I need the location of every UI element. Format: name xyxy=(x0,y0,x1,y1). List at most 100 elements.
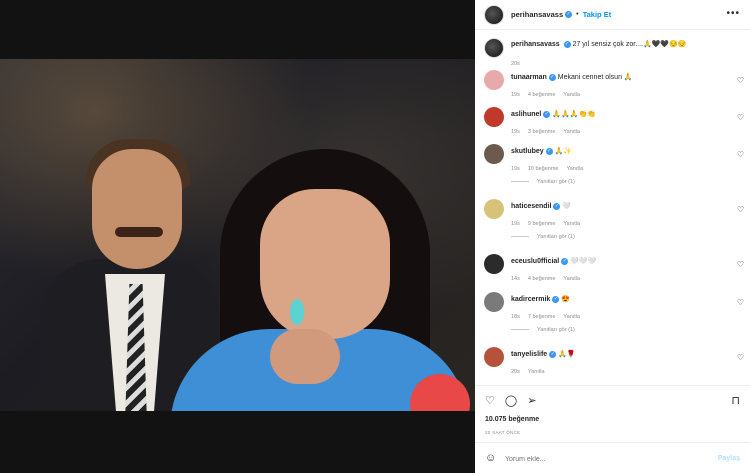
verified-badge-icon: ✓ xyxy=(549,350,557,358)
add-comment-row: ☺ Paylaş xyxy=(475,442,750,473)
commenter-username[interactable]: tanyelislife xyxy=(511,351,547,358)
comment-meta: 19s 4 beğenme Yanıtla xyxy=(511,92,588,98)
heart-icon[interactable]: ♡ xyxy=(485,394,495,407)
follow-button[interactable]: Takip Et xyxy=(583,10,612,19)
commenter-avatar[interactable] xyxy=(484,347,504,367)
photo-earring xyxy=(290,299,304,325)
commenter-username[interactable]: eceuslu0fficial xyxy=(511,258,559,265)
comment-heart-icon[interactable]: ♡ xyxy=(737,298,744,307)
comment-like-count[interactable]: 7 beğenme xyxy=(528,314,556,320)
view-replies-button[interactable]: Yanıtları gör (1) xyxy=(511,234,575,240)
comment-meta: 19s 9 beğenme Yanıtla xyxy=(511,221,588,227)
bookmark-icon[interactable]: ⊓ xyxy=(731,394,740,407)
view-replies-label[interactable]: Yanıtları gör (1) xyxy=(537,327,575,333)
comment-heart-icon[interactable]: ♡ xyxy=(737,205,744,214)
comment-like-count[interactable]: 4 beğenme xyxy=(528,276,556,282)
verified-badge-icon: ✓ xyxy=(545,147,553,155)
photo-backdrop xyxy=(0,0,475,473)
comment-text: 🙏🙏🙏👏👏 xyxy=(552,111,596,118)
reply-button[interactable]: Yanıtla xyxy=(566,166,583,172)
comment-body: tunaarman ✓ Mekani cennet olsun 🙏 xyxy=(511,73,633,81)
commenter-avatar[interactable] xyxy=(484,144,504,164)
reply-button[interactable]: Yanıtla xyxy=(563,92,580,98)
reply-button[interactable]: Yanıtla xyxy=(563,221,580,227)
comment-heart-icon[interactable]: ♡ xyxy=(737,150,744,159)
verified-badge-icon: ✓ xyxy=(565,11,573,18)
comment-body: skutlubey ✓ 🙏✨ xyxy=(511,147,572,155)
verified-badge-icon: ✓ xyxy=(563,40,571,48)
commenter-avatar[interactable] xyxy=(484,254,504,274)
view-replies-button[interactable]: Yanıtları gör (1) xyxy=(511,327,575,333)
comments-feed[interactable]: perihansavass ✓ 27 yıl sensiz çok zor...… xyxy=(475,30,750,385)
author-username[interactable]: perihansavass xyxy=(511,10,563,19)
commenter-avatar[interactable] xyxy=(484,70,504,90)
reply-button[interactable]: Yanıtla xyxy=(563,129,580,135)
verified-badge-icon: ✓ xyxy=(543,110,551,118)
comment-heart-icon[interactable]: ♡ xyxy=(737,260,744,269)
commenter-username[interactable]: haticesendil xyxy=(511,203,551,210)
verified-badge-icon: ✓ xyxy=(548,73,556,81)
caption-username[interactable]: perihansavass xyxy=(511,41,560,48)
comment-text: 🙏✨ xyxy=(554,148,573,155)
post-photo[interactable] xyxy=(0,59,475,411)
comment-body: eceuslu0fficial ✓ 🤍🤍🤍 xyxy=(511,257,596,265)
comment-input[interactable] xyxy=(505,452,705,466)
post-actions: ♡ ◯ ➢ ⊓ 10.075 beğenme 20 SAAT ÖNCE ☺ Pa… xyxy=(475,385,750,473)
commenter-username[interactable]: tunaarman xyxy=(511,74,547,81)
comment-meta: 18s 7 beğenme Yanıtla xyxy=(511,314,588,320)
photo-man-face xyxy=(92,149,182,269)
comment-time: 19s xyxy=(511,129,520,135)
comment-time: 19s xyxy=(511,221,520,227)
comment-time: 20s xyxy=(511,369,520,375)
post-side-panel: perihansavass ✓ • Takip Et ••• perihansa… xyxy=(475,0,750,473)
comment-text: 🤍🤍🤍 xyxy=(570,258,597,265)
comment-like-count[interactable]: 10 beğenme xyxy=(528,166,559,172)
commenter-avatar[interactable] xyxy=(484,199,504,219)
caption-time: 20s xyxy=(511,61,520,67)
replies-line xyxy=(511,181,529,183)
comment-text: 😍 xyxy=(561,296,570,303)
view-replies-label[interactable]: Yanıtları gör (1) xyxy=(537,179,575,185)
reply-button[interactable]: Yanıtla xyxy=(563,314,580,320)
comment-body: aslihunel ✓ 🙏🙏🙏👏👏 xyxy=(511,110,596,118)
commenter-username[interactable]: skutlubey xyxy=(511,148,544,155)
comment-time: 19s xyxy=(511,92,520,98)
photo-woman-face xyxy=(260,189,390,339)
comment-heart-icon[interactable]: ♡ xyxy=(737,76,744,85)
commenter-avatar[interactable] xyxy=(484,107,504,127)
share-icon[interactable]: ➢ xyxy=(527,394,536,407)
caption-body: perihansavass ✓ 27 yıl sensiz çok zor...… xyxy=(511,40,741,48)
view-replies-label[interactable]: Yanıtları gör (1) xyxy=(537,234,575,240)
comment-text: Mekani cennet olsun 🙏 xyxy=(557,74,633,81)
reply-button[interactable]: Yanıtla xyxy=(528,369,545,375)
reply-button[interactable]: Yanıtla xyxy=(563,276,580,282)
comment-heart-icon[interactable]: ♡ xyxy=(737,353,744,362)
replies-line xyxy=(511,329,529,331)
view-replies-button[interactable]: Yanıtları gör (1) xyxy=(511,179,575,185)
post-comment-button[interactable]: Paylaş xyxy=(718,455,740,462)
comment-like-count[interactable]: 3 beğenme xyxy=(528,129,556,135)
comment-body: haticesendil ✓ 🤍 xyxy=(511,202,571,210)
more-options-icon[interactable]: ••• xyxy=(726,8,740,19)
commenter-username[interactable]: aslihunel xyxy=(511,111,541,118)
like-count[interactable]: 10.075 beğenme xyxy=(485,416,539,423)
post-age: 20 SAAT ÖNCE xyxy=(485,430,521,435)
comment-like-count[interactable]: 4 beğenme xyxy=(528,92,556,98)
comment-icon[interactable]: ◯ xyxy=(505,394,517,407)
comment-heart-icon[interactable]: ♡ xyxy=(737,113,744,122)
commenter-avatar[interactable] xyxy=(484,292,504,312)
comment-time: 19s xyxy=(511,166,520,172)
post-header: perihansavass ✓ • Takip Et ••• xyxy=(475,0,750,29)
comment-like-count[interactable]: 9 beğenme xyxy=(528,221,556,227)
author-avatar[interactable] xyxy=(484,4,504,25)
caption-avatar[interactable] xyxy=(484,38,504,58)
comment-body: kadircermik ✓ 😍 xyxy=(511,295,570,303)
comment-time: 18s xyxy=(511,314,520,320)
comment-meta: 19s 10 beğenme Yanıtla xyxy=(511,166,591,172)
commenter-username[interactable]: kadircermik xyxy=(511,296,550,303)
caption-text: 27 yıl sensiz çok zor....🙏🖤🖤😔😔 xyxy=(572,41,687,48)
replies-line xyxy=(511,236,529,238)
action-icons: ♡ ◯ ➢ xyxy=(485,394,536,407)
comment-text: 🤍 xyxy=(562,203,572,210)
smile-icon[interactable]: ☺ xyxy=(485,452,496,464)
